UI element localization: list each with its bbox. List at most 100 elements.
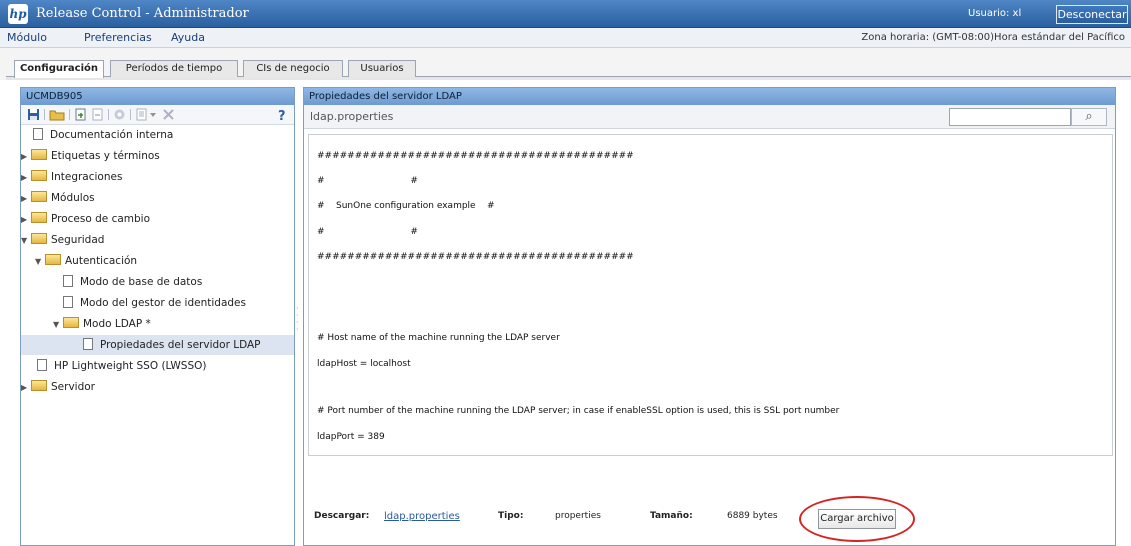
document-icon — [63, 296, 73, 308]
tab-time-periods[interactable]: Períodos de tiempo — [110, 60, 238, 77]
help-icon[interactable]: ? — [275, 108, 288, 121]
download-label: Descargar: — [314, 511, 370, 521]
file-bar: ldap.properties ⌕ — [304, 105, 1115, 129]
folder-icon — [31, 149, 47, 160]
content-line: ########################################… — [317, 151, 634, 161]
tree-item-security[interactable]: ▼ Seguridad — [21, 230, 104, 250]
tree-item-internal-docs[interactable]: Documentación interna — [21, 125, 173, 145]
content-line: # SunOne configuration example # — [317, 201, 495, 211]
folder-open-icon — [63, 317, 79, 328]
tree-item-label: Servidor — [51, 381, 95, 393]
tree-item-label: Etiquetas y términos — [51, 150, 160, 162]
tree-panel-header: UCMDB905 — [21, 88, 294, 105]
size-label: Tamaño: — [650, 511, 693, 521]
size-value: 6889 bytes — [727, 511, 778, 521]
tree-item-label: Proceso de cambio — [51, 213, 151, 225]
tree-item-database-mode[interactable]: Modo de base de datos — [61, 272, 202, 292]
expand-arrow-icon[interactable]: ▶ — [21, 378, 31, 398]
tree-item-label: HP Lightweight SSO (LWSSO) — [54, 360, 207, 372]
tree-item-authentication[interactable]: ▼ Autenticación — [35, 251, 137, 271]
folder-open-icon — [31, 233, 47, 244]
toolbar-separator — [130, 109, 131, 120]
toolbar-separator — [69, 109, 70, 120]
import-icon[interactable] — [74, 108, 87, 121]
menu-bar: Módulo Preferencias Ayuda Zona horaria: … — [0, 28, 1131, 48]
collapse-arrow-icon[interactable]: ▼ — [53, 315, 63, 335]
menu-help[interactable]: Ayuda — [171, 31, 205, 44]
tree-item-label: Integraciones — [51, 171, 123, 183]
settings-icon[interactable] — [113, 108, 126, 121]
tree-item-label: Documentación interna — [50, 129, 174, 141]
folder-open-icon — [45, 254, 61, 265]
file-name: ldap.properties — [310, 110, 394, 123]
save-icon[interactable] — [27, 108, 40, 121]
tree-item-identity-manager-mode[interactable]: Modo del gestor de identidades — [61, 293, 246, 313]
tree-item-server[interactable]: ▶ Servidor — [21, 377, 95, 397]
tree-item-lwsso[interactable]: HP Lightweight SSO (LWSSO) — [35, 356, 207, 376]
export-icon[interactable] — [91, 108, 104, 121]
content-line: # # — [317, 176, 418, 186]
document-icon — [63, 275, 73, 287]
title-bar: hp Release Control - Administrador Usuar… — [0, 0, 1131, 28]
document-icon — [37, 359, 47, 371]
tab-configuration[interactable]: Configuración — [14, 60, 104, 78]
tree-item-integrations[interactable]: ▶ Integraciones — [21, 167, 122, 187]
tree-panel: UCMDB905 ? Documentación interna ▶ Etique… — [20, 87, 295, 546]
folder-icon — [31, 380, 47, 391]
folder-icon — [31, 191, 47, 202]
delete-icon[interactable] — [162, 108, 175, 121]
new-folder-icon[interactable] — [49, 108, 65, 121]
expand-arrow-icon[interactable]: ▶ — [21, 168, 31, 188]
panel-splitter-handle[interactable]: · · · · — [296, 305, 299, 334]
user-label: Usuario: xl — [968, 8, 1022, 19]
type-label: Tipo: — [498, 511, 524, 521]
tab-strip: Configuración Períodos de tiempo CIs de … — [0, 48, 1131, 80]
file-footer: Descargar: ldap.properties Tipo: propert… — [304, 478, 1115, 542]
expand-arrow-icon[interactable]: ▶ — [21, 189, 31, 209]
collapse-arrow-icon[interactable]: ▼ — [35, 252, 45, 272]
toolbar-separator — [44, 109, 45, 120]
tab-users[interactable]: Usuarios — [348, 60, 416, 77]
disconnect-button[interactable]: Desconectar — [1056, 5, 1128, 24]
document-icon — [33, 128, 43, 140]
upload-file-button[interactable]: Cargar archivo — [818, 509, 896, 529]
tree-item-ldap-server-properties[interactable]: Propiedades del servidor LDAP — [21, 335, 294, 355]
tree-item-label: Modo LDAP * — [83, 318, 151, 330]
app-title: Release Control - Administrador — [36, 6, 249, 21]
content-line: ########################################… — [317, 252, 634, 262]
tree-item-change-process[interactable]: ▶ Proceso de cambio — [21, 209, 150, 229]
tree-item-label: Autenticación — [65, 255, 138, 267]
content-line: # Port number of the machine running the… — [317, 406, 840, 416]
content-line: ldapHost = localhost — [317, 359, 411, 369]
folder-icon — [31, 170, 47, 181]
tree-item-modules[interactable]: ▶ Módulos — [21, 188, 95, 208]
timezone-label: Zona horaria: (GMT-08:00)Hora estándar d… — [861, 32, 1125, 43]
collapse-arrow-icon[interactable]: ▼ — [21, 231, 31, 251]
tree-item-label: Modo de base de datos — [80, 276, 203, 288]
tree-item-labels-terms[interactable]: ▶ Etiquetas y términos — [21, 146, 160, 166]
tree-item-ldap-mode[interactable]: ▼ Modo LDAP * — [53, 314, 151, 334]
new-item-icon[interactable] — [135, 108, 148, 121]
search-input[interactable] — [949, 108, 1071, 126]
search-icon[interactable]: ⌕ — [1071, 108, 1107, 126]
content-line: ldapPort = 389 — [317, 432, 385, 442]
hp-logo: hp — [8, 4, 28, 24]
svg-text:?: ? — [278, 109, 286, 121]
document-icon — [83, 338, 93, 350]
toolbar-separator — [108, 109, 109, 120]
menu-module[interactable]: Módulo — [7, 31, 47, 44]
content-line: # Host name of the machine running the L… — [317, 333, 560, 343]
tree-toolbar: ? — [21, 105, 294, 125]
menu-preferences[interactable]: Preferencias — [84, 31, 152, 44]
expand-arrow-icon[interactable]: ▶ — [21, 210, 31, 230]
tab-business-cis[interactable]: CIs de negocio — [243, 60, 343, 77]
dropdown-icon[interactable] — [149, 108, 157, 121]
type-value: properties — [555, 511, 601, 521]
properties-panel-header: Propiedades del servidor LDAP — [304, 88, 1115, 105]
file-content[interactable]: ########################################… — [308, 134, 1113, 456]
tree-item-label: Seguridad — [51, 234, 105, 246]
expand-arrow-icon[interactable]: ▶ — [21, 147, 31, 167]
download-link[interactable]: ldap.properties — [384, 511, 460, 522]
tree-item-label: Módulos — [51, 192, 95, 204]
properties-panel: Propiedades del servidor LDAP ldap.prope… — [303, 87, 1116, 546]
